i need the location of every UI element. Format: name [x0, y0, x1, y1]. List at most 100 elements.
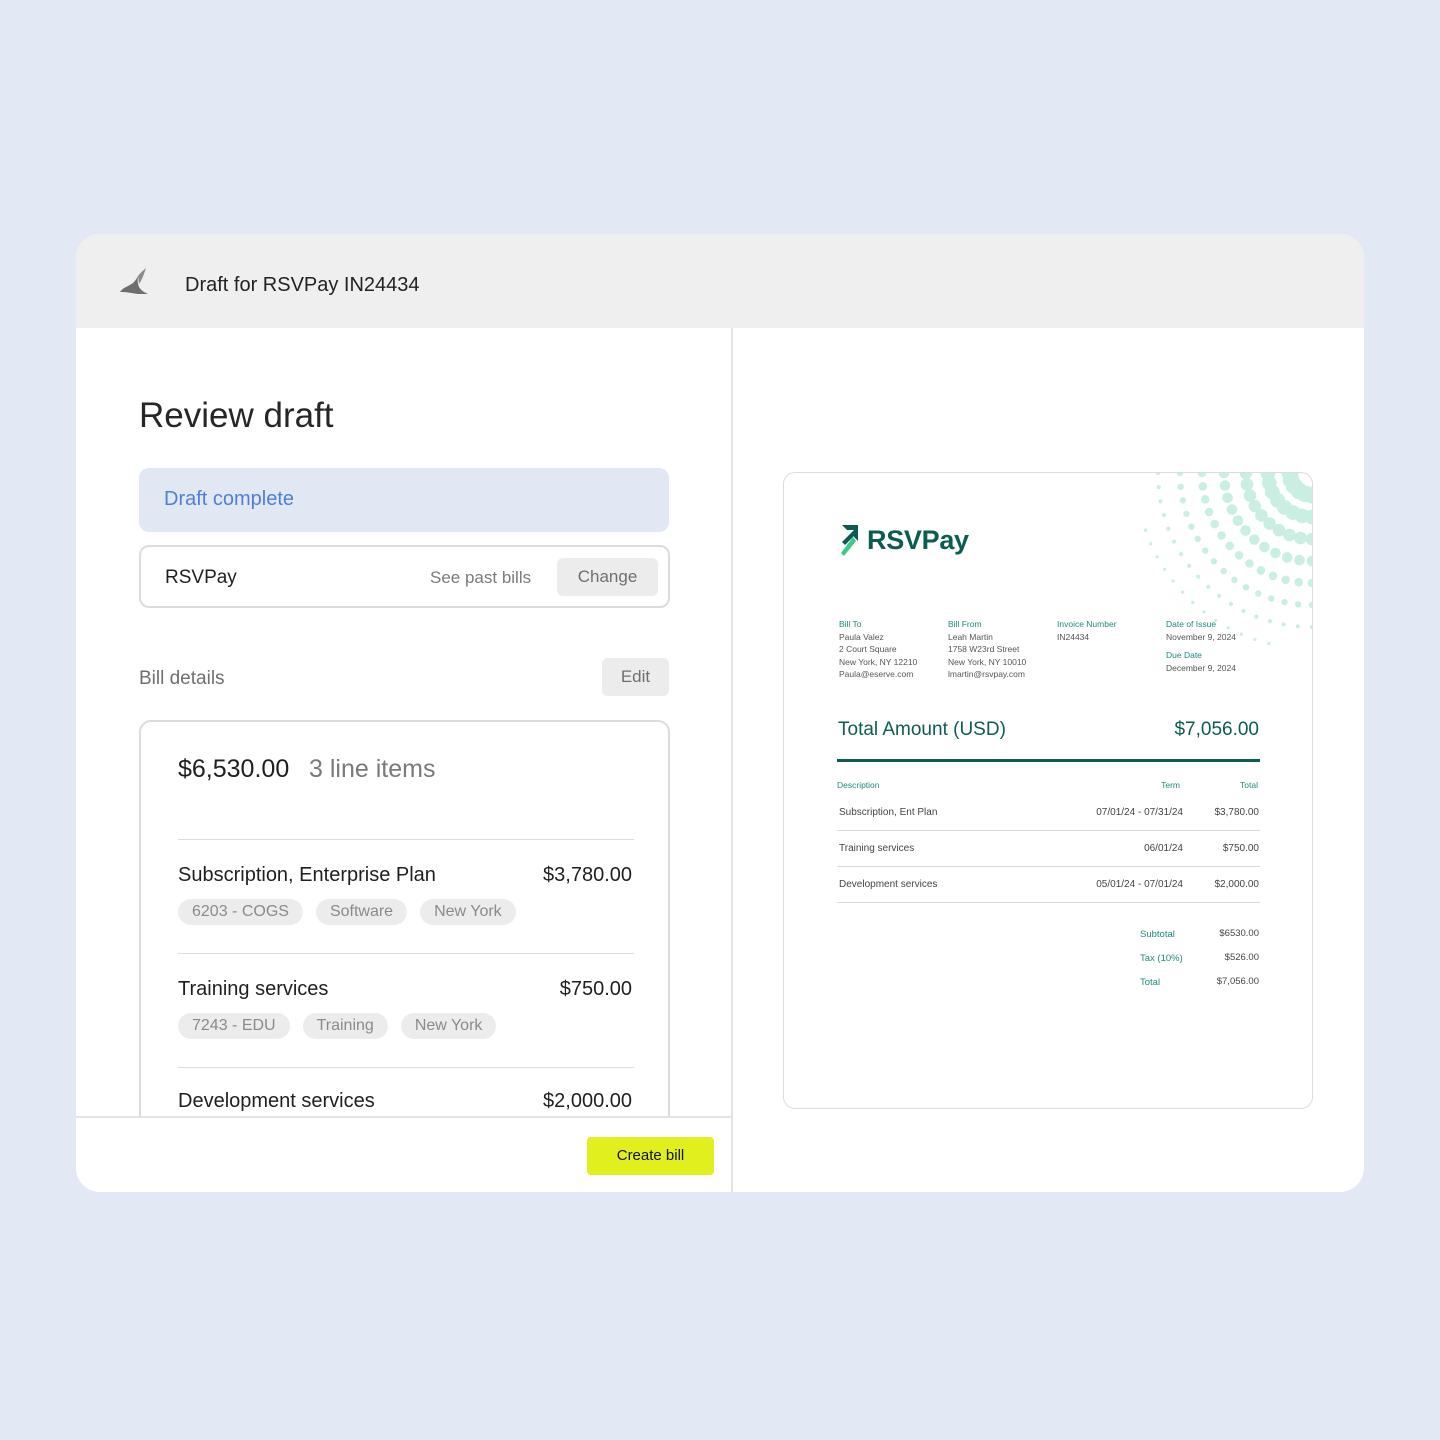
decorative-dot	[1202, 610, 1206, 614]
arrow-up-right-icon	[841, 525, 858, 556]
decorative-dot	[1267, 619, 1272, 624]
account-tag: 6203 - COGS	[178, 899, 303, 925]
invoice-number-value: IN24434	[1057, 631, 1090, 642]
decorative-dot	[1294, 577, 1303, 587]
invoice-row-term: 05/01/24 - 07/01/24	[1096, 879, 1183, 890]
decorative-dot	[1187, 563, 1192, 568]
invoice-row-term: 06/01/24	[1144, 843, 1183, 854]
invoice-total-value: $7,056.00	[1174, 719, 1259, 740]
footer-bar: Create bill	[76, 1116, 732, 1192]
line-item-count: 3 line items	[309, 755, 436, 783]
line-item-tags: 6203 - COGS Software New York	[178, 899, 516, 925]
location-tag: New York	[400, 1013, 497, 1039]
window-title: Draft for RSVPay IN24434	[185, 274, 420, 296]
decorative-dot	[1259, 541, 1270, 553]
decorative-dot	[1210, 519, 1219, 529]
decorative-dot	[1222, 492, 1233, 504]
decorative-dot	[1156, 485, 1161, 490]
invoice-row-total: $3,780.00	[1214, 807, 1260, 818]
bill-to-line: New York, NY 12210	[839, 656, 918, 667]
tax-label: Tax (10%)	[1140, 953, 1183, 964]
decorative-dot	[1307, 578, 1312, 588]
invoice-row-total: $750.00	[1222, 843, 1259, 854]
column-description-header: Description	[837, 780, 880, 790]
decorative-dot	[1161, 513, 1166, 518]
decorative-dot	[1155, 555, 1159, 559]
invoice-row-description: Subscription, Ent Plan	[839, 807, 938, 818]
account-tag: 7243 - EDU	[178, 1013, 290, 1039]
line-item-amount: $3,780.00	[543, 864, 632, 886]
bill-details-card: $6,530.00 3 line items Subscription, Ent…	[139, 720, 670, 1116]
decorative-dot	[1294, 554, 1305, 566]
decorative-dot	[1268, 571, 1278, 581]
decorative-dot	[1176, 473, 1184, 477]
invoice-preview-pane: RSVPay Bill To Paula Valez 2 Court Squar…	[733, 328, 1364, 1192]
decorative-dot	[1219, 480, 1231, 491]
decorative-dot	[1281, 598, 1288, 606]
grand-total-value: $7,056.00	[1216, 976, 1259, 987]
edit-bill-button[interactable]: Edit	[602, 658, 669, 696]
status-text: Draft complete	[164, 488, 295, 510]
decorative-dot	[1179, 552, 1184, 557]
decorative-dot	[1249, 534, 1260, 545]
bird-logo-icon	[120, 268, 148, 294]
decorative-dot	[1281, 575, 1290, 585]
line-item-amount: $2,000.00	[543, 1090, 632, 1112]
divider	[178, 1067, 634, 1068]
row-divider	[837, 902, 1260, 903]
decorative-dot	[1253, 637, 1257, 642]
status-banner: Draft complete	[139, 468, 669, 532]
decorative-dot	[1306, 555, 1312, 567]
bill-from-line: 1758 W23rd Street	[948, 644, 1020, 654]
decorative-dot	[1255, 590, 1262, 597]
vendor-name: RSVPay	[165, 567, 237, 588]
bill-details-label: Bill details	[139, 668, 225, 689]
decorative-dot	[1254, 614, 1259, 619]
column-term-header: Term	[1161, 780, 1180, 790]
decorative-dot	[1226, 504, 1238, 515]
decorative-dot	[1245, 559, 1254, 568]
invoice-row-total: $2,000.00	[1214, 879, 1260, 890]
bill-to-block: Bill To Paula Valez 2 Court Square New Y…	[839, 618, 917, 681]
bill-from-line: New York, NY 10010	[948, 656, 1027, 667]
total-rule	[837, 759, 1260, 762]
change-vendor-button[interactable]: Change	[557, 558, 658, 596]
row-divider	[837, 830, 1260, 831]
decorative-dot	[1267, 642, 1271, 645]
create-bill-button[interactable]: Create bill	[587, 1137, 714, 1175]
decorative-dot	[1243, 489, 1257, 502]
decorative-dot	[1143, 528, 1148, 532]
bill-total: $6,530.00	[178, 755, 290, 783]
invoice-document[interactable]: RSVPay Bill To Paula Valez 2 Court Squar…	[783, 472, 1313, 1109]
invoice-brand-name: RSVPay	[867, 525, 969, 555]
decorative-dot	[1179, 497, 1187, 504]
line-item-name: Training services	[178, 978, 329, 1000]
issue-date-value: November 9, 2024	[1166, 631, 1236, 642]
decorative-dot	[1232, 515, 1244, 526]
decorative-dot	[1206, 584, 1211, 589]
invoice-number-block: Invoice Number IN24434	[1057, 618, 1117, 643]
decorative-dot	[1217, 593, 1222, 598]
decorative-dot	[1172, 539, 1177, 544]
review-pane: Review draft Draft complete RSVPay See p…	[76, 328, 732, 1116]
decorative-dot	[1198, 482, 1208, 491]
decorative-dot	[1191, 600, 1195, 605]
see-past-bills-link[interactable]: See past bills	[430, 568, 531, 588]
issue-date-label: Date of Issue	[1166, 619, 1217, 629]
title-bar: Draft for RSVPay IN24434	[76, 234, 1364, 328]
invoice-row-description: Development services	[839, 879, 938, 890]
divider	[178, 839, 634, 840]
due-date-value: December 9, 2024	[1166, 662, 1236, 673]
decorative-dot	[1158, 499, 1163, 504]
decorative-dot	[1240, 478, 1254, 491]
app-window: Draft for RSVPay IN24434 Review draft Dr…	[76, 234, 1364, 1192]
decorative-dot	[1295, 601, 1302, 608]
decorative-dot	[1166, 526, 1171, 531]
decorative-dot	[1281, 622, 1286, 627]
decorative-dot	[1268, 595, 1275, 602]
decorative-dot	[1295, 624, 1300, 629]
decorative-dot	[1197, 473, 1207, 478]
divider	[178, 953, 634, 954]
decorative-dot	[1210, 558, 1218, 565]
decorative-dot	[1183, 510, 1190, 517]
